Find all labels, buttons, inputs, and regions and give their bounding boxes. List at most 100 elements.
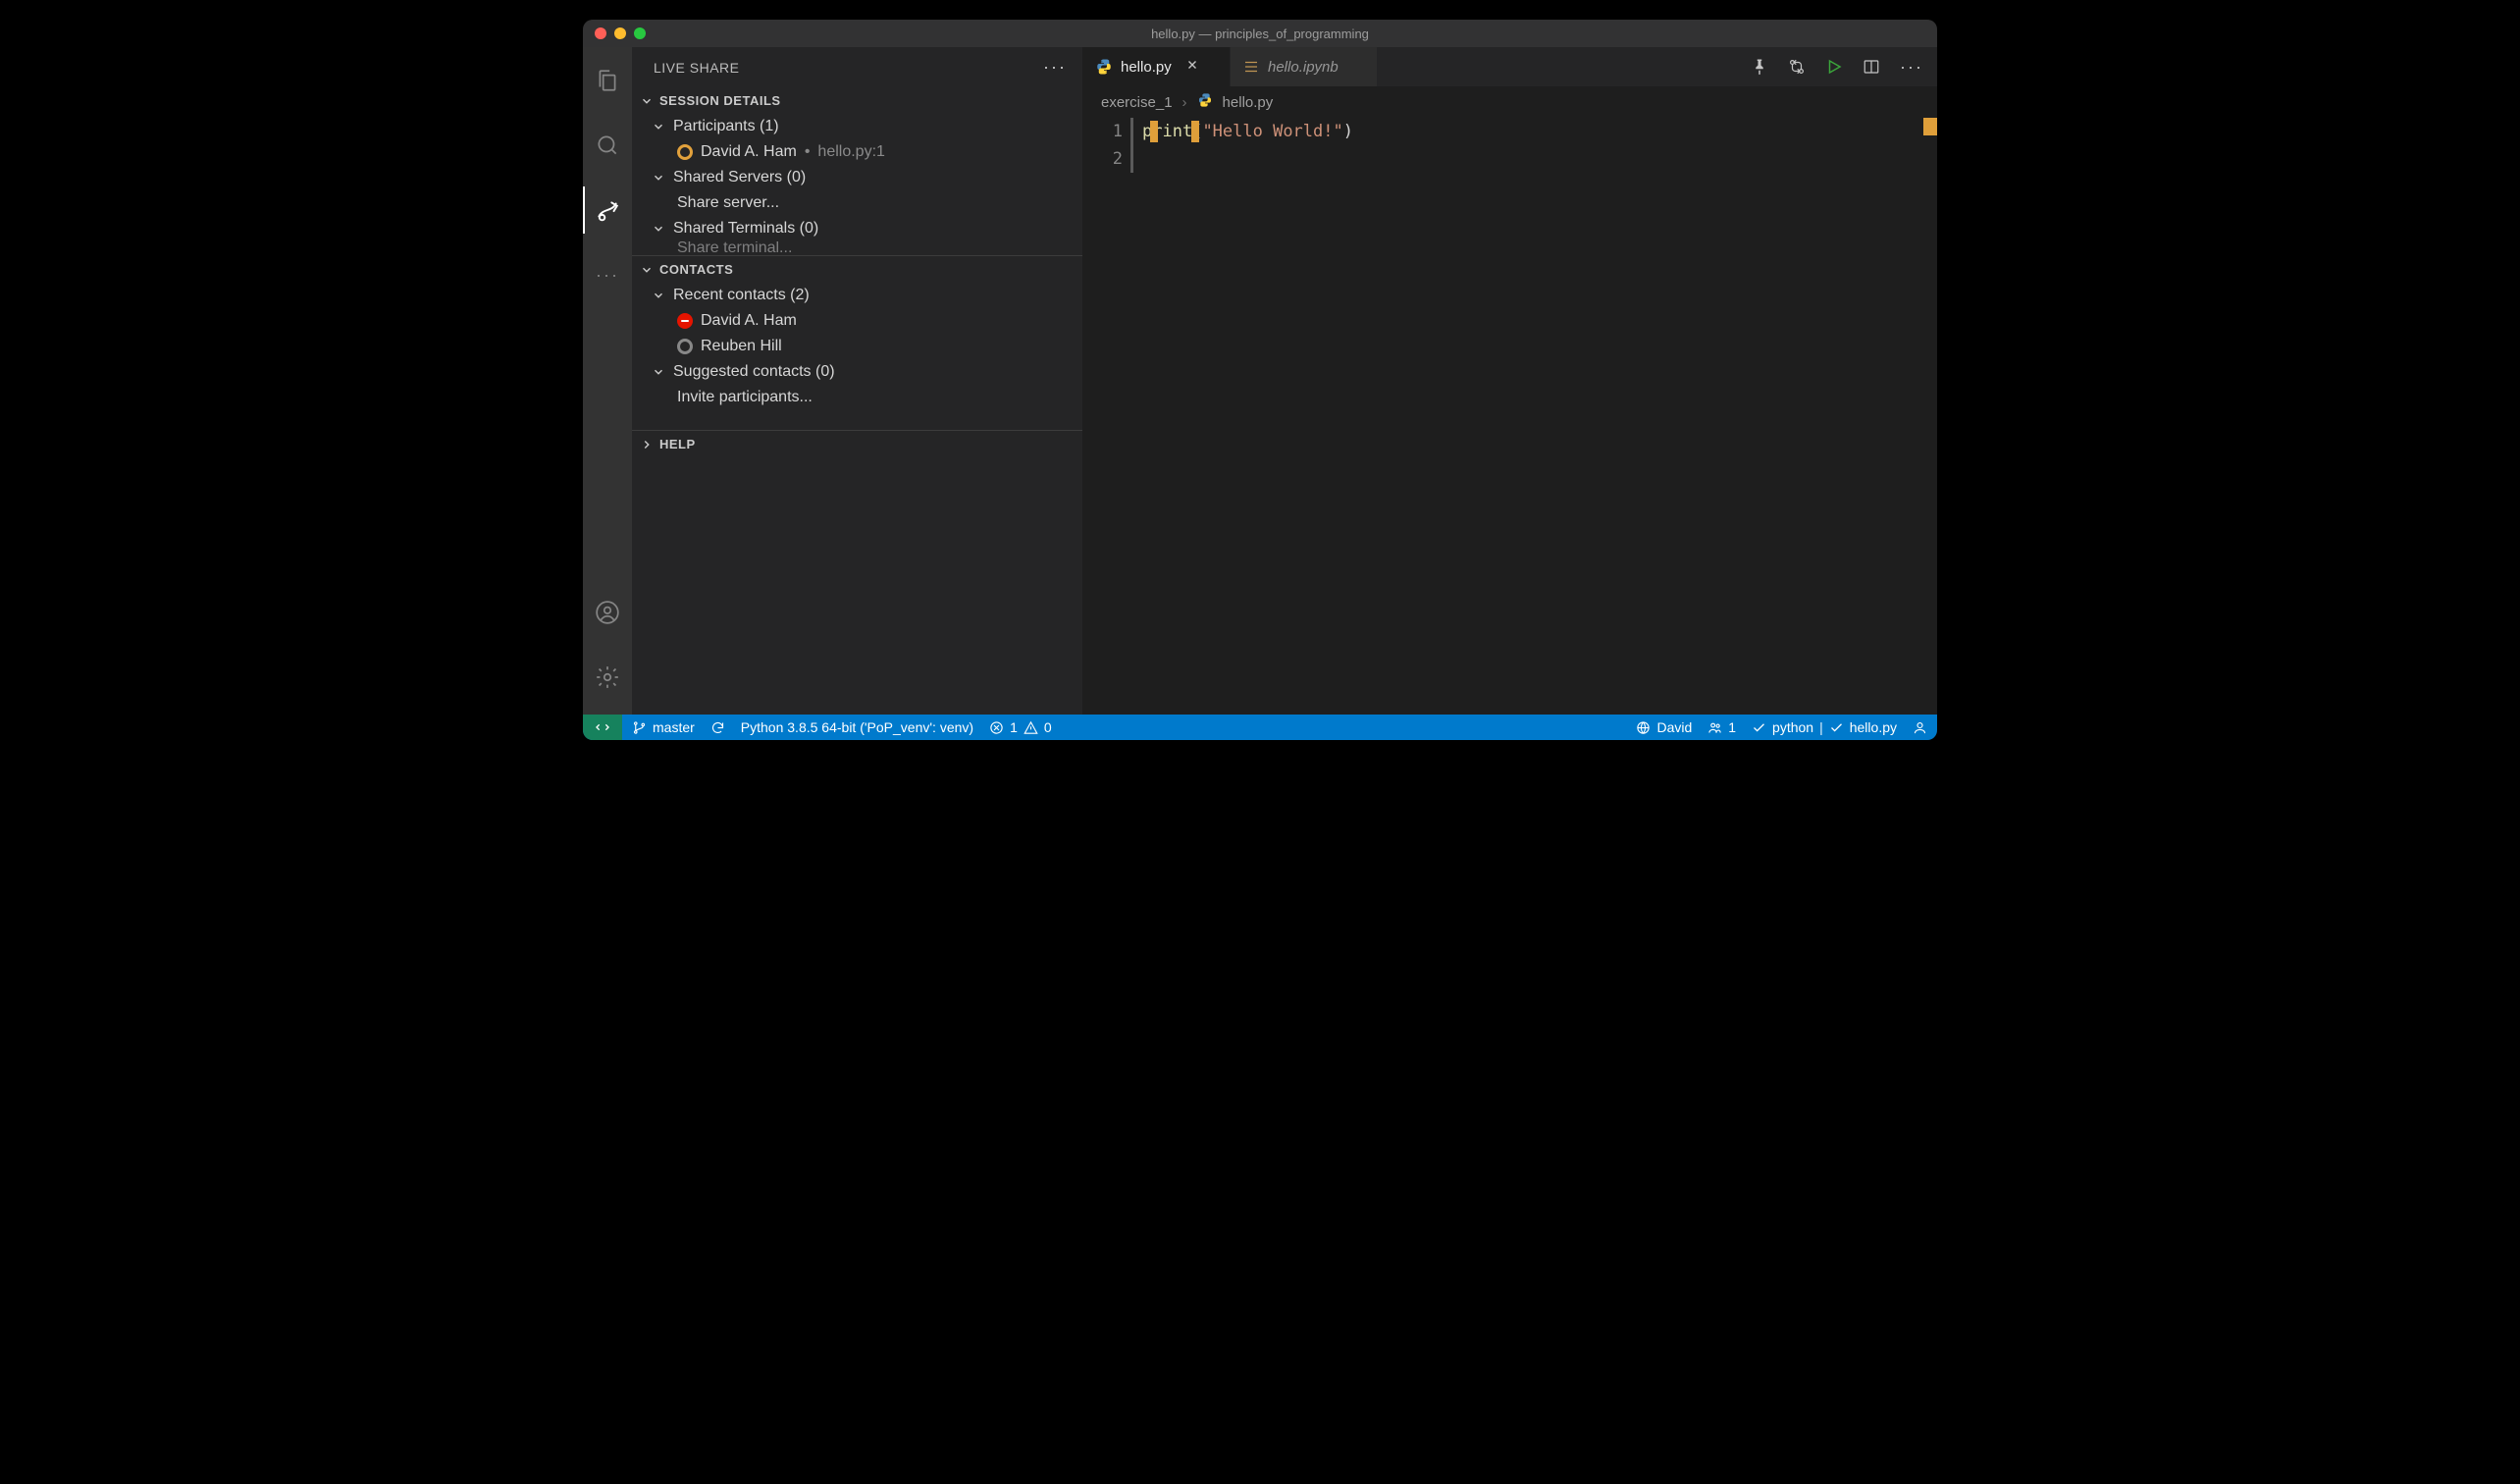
- tab-hello-ipynb[interactable]: hello.ipynb: [1231, 47, 1378, 86]
- participants-label: Participants (1): [673, 118, 779, 135]
- tab-bar: hello.py hello.ipynb: [1083, 47, 1937, 86]
- chevron-down-icon: [652, 289, 665, 302]
- overview-ruler[interactable]: [1923, 118, 1937, 715]
- code-token: ): [1343, 122, 1353, 141]
- feedback-button[interactable]: [1913, 720, 1927, 735]
- window-controls: [583, 27, 646, 39]
- contacts-section[interactable]: CONTACTS: [632, 256, 1082, 283]
- run-button[interactable]: [1825, 58, 1843, 76]
- problems-status[interactable]: 1 0: [989, 719, 1052, 735]
- maximize-window-button[interactable]: [634, 27, 646, 39]
- compare-changes-button[interactable]: [1788, 58, 1806, 76]
- invite-participants-action[interactable]: Invite participants...: [646, 385, 1082, 410]
- liveshare-activity[interactable]: [583, 186, 632, 234]
- shared-servers-label: Shared Servers (0): [673, 169, 806, 186]
- chevron-down-icon: [652, 171, 665, 185]
- contact-name: David A. Ham: [701, 312, 797, 330]
- session-details-label: SESSION DETAILS: [659, 93, 781, 108]
- presence-dnd-icon: [677, 313, 693, 329]
- chevron-right-icon: [640, 438, 654, 451]
- editor-actions: ···: [1737, 47, 1937, 86]
- help-section[interactable]: HELP: [632, 431, 1082, 457]
- lint-file: hello.py: [1850, 719, 1897, 735]
- remote-cursor-icon: [1191, 121, 1199, 142]
- help-label: HELP: [659, 437, 696, 451]
- invite-participants-label: Invite participants...: [677, 389, 813, 406]
- chevron-down-icon: [652, 365, 665, 379]
- line-number: 1: [1083, 118, 1123, 145]
- breadcrumb[interactable]: exercise_1 › hello.py: [1083, 86, 1937, 118]
- minimize-window-button[interactable]: [614, 27, 626, 39]
- tab-label: hello.ipynb: [1268, 59, 1339, 76]
- sidebar-title: LIVE SHARE: [654, 60, 739, 76]
- git-branch-status[interactable]: master: [632, 719, 695, 735]
- python-file-icon: [1095, 58, 1113, 76]
- tab-hello-py[interactable]: hello.py: [1083, 47, 1231, 86]
- contact-name: Reuben Hill: [701, 338, 782, 355]
- session-details-section[interactable]: SESSION DETAILS: [632, 87, 1082, 114]
- split-editor-button[interactable]: [1863, 58, 1880, 76]
- ellipsis-icon: ···: [596, 265, 619, 286]
- close-tab-button[interactable]: [1185, 58, 1199, 76]
- pin-tab-button[interactable]: [1751, 58, 1768, 76]
- code-token: "Hello World!": [1202, 122, 1342, 141]
- presence-online-icon: [677, 144, 693, 160]
- editor-more-button[interactable]: ···: [1900, 57, 1923, 78]
- share-terminal-action[interactable]: Share terminal...: [646, 241, 1082, 255]
- lint-language: python: [1772, 719, 1813, 735]
- contact-item[interactable]: Reuben Hill: [646, 334, 1082, 359]
- accounts-activity[interactable]: [583, 589, 632, 636]
- tab-label: hello.py: [1121, 59, 1172, 76]
- share-server-label: Share server...: [677, 194, 779, 212]
- more-activity[interactable]: ···: [583, 251, 632, 298]
- presence-offline-icon: [677, 339, 693, 354]
- status-bar: master Python 3.8.5 64-bit ('PoP_venv': …: [583, 715, 1937, 740]
- participant-name: David A. Ham: [701, 143, 797, 161]
- contacts-label: CONTACTS: [659, 262, 733, 277]
- python-interpreter-status[interactable]: Python 3.8.5 64-bit ('PoP_venv': venv): [741, 719, 973, 735]
- search-activity[interactable]: [583, 122, 632, 169]
- notebook-file-icon: [1242, 58, 1260, 76]
- suggested-contacts-label: Suggested contacts (0): [673, 363, 835, 381]
- chevron-down-icon: [640, 94, 654, 108]
- liveshare-user-status[interactable]: David: [1636, 719, 1692, 735]
- lint-status[interactable]: python | hello.py: [1752, 719, 1897, 735]
- share-server-action[interactable]: Share server...: [646, 190, 1082, 216]
- shared-servers-group[interactable]: Shared Servers (0): [646, 165, 1082, 190]
- participants-group[interactable]: Participants (1): [646, 114, 1082, 139]
- explorer-activity[interactable]: [583, 57, 632, 104]
- line-gutter: 1 2: [1083, 118, 1142, 715]
- main-area: ··· LIVE SHARE ···: [583, 47, 1937, 715]
- window-title: hello.py — principles_of_programming: [583, 26, 1937, 41]
- sync-button[interactable]: [710, 720, 725, 735]
- chevron-down-icon: [652, 222, 665, 236]
- chevron-down-icon: [652, 120, 665, 133]
- dot-separator: •: [805, 143, 811, 161]
- participant-item[interactable]: David A. Ham • hello.py:1: [646, 139, 1082, 165]
- error-count: 1: [1010, 719, 1018, 735]
- liveshare-participants-status[interactable]: 1: [1707, 719, 1736, 735]
- interpreter-label: Python 3.8.5 64-bit ('PoP_venv': venv): [741, 719, 973, 735]
- breadcrumb-file: hello.py: [1223, 94, 1274, 111]
- liveshare-user-name: David: [1656, 719, 1692, 735]
- close-window-button[interactable]: [595, 27, 606, 39]
- breadcrumb-folder: exercise_1: [1101, 94, 1173, 111]
- editor-area: hello.py hello.ipynb: [1083, 47, 1937, 715]
- recent-contacts-label: Recent contacts (2): [673, 287, 810, 304]
- recent-contacts-group[interactable]: Recent contacts (2): [646, 283, 1082, 308]
- code-editor[interactable]: 1 2 print("Hello World!"): [1083, 118, 1937, 715]
- sidebar-more-button[interactable]: ···: [1043, 57, 1067, 78]
- contact-item[interactable]: David A. Ham: [646, 308, 1082, 334]
- git-branch-name: master: [653, 719, 695, 735]
- share-terminal-label: Share terminal...: [677, 241, 792, 255]
- shared-terminals-label: Shared Terminals (0): [673, 220, 818, 238]
- sidebar: LIVE SHARE ··· SESSION DETAILS P: [632, 47, 1083, 715]
- breadcrumb-separator: ›: [1182, 94, 1187, 111]
- suggested-contacts-group[interactable]: Suggested contacts (0): [646, 359, 1082, 385]
- remote-indicator[interactable]: [583, 715, 622, 740]
- ellipsis-icon: ···: [1900, 57, 1923, 78]
- activity-bar: ···: [583, 47, 632, 715]
- settings-activity[interactable]: [583, 654, 632, 701]
- participant-count: 1: [1728, 719, 1736, 735]
- shared-terminals-group[interactable]: Shared Terminals (0): [646, 216, 1082, 241]
